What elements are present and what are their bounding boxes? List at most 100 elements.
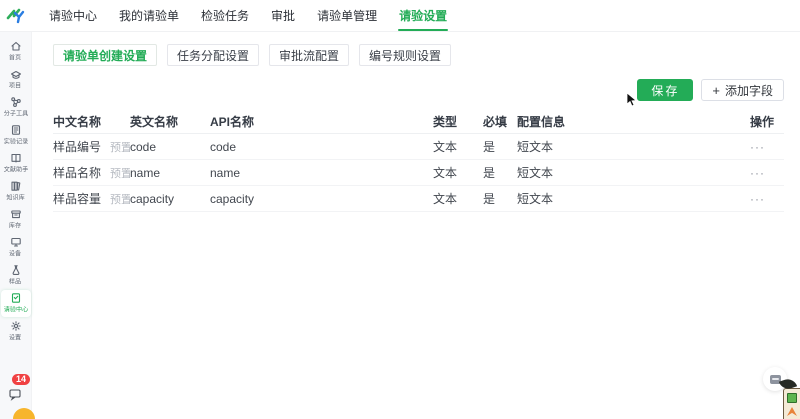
nav-item-request-center[interactable]: 请验中心 [38, 0, 108, 31]
column-header-config: 配置信息 [517, 115, 566, 129]
notification-button[interactable]: 14 [6, 374, 30, 403]
field-cn-name: 样品名称 [53, 166, 102, 180]
table-header-row: 中文名称 英文名称 API名称 类型 必填 配置信息 操作 [53, 110, 784, 134]
logo-icon [6, 8, 25, 23]
floating-avatar-dot[interactable] [13, 408, 35, 419]
field-type: 文本 [433, 140, 458, 154]
preset-tag: 预置 [110, 142, 130, 154]
sidebar-item-label: 实验记录 [3, 137, 28, 145]
add-field-button[interactable]: + 添加字段 [701, 79, 784, 101]
field-api-name: name [210, 165, 241, 180]
add-field-label: 添加字段 [724, 83, 773, 98]
sidebar-item-molecule-tools[interactable]: 分子工具 [1, 94, 31, 121]
mouse-cursor [626, 92, 638, 113]
sidebar-item-project[interactable]: 项目 [1, 66, 31, 93]
sidebar-item-label: 项目 [9, 81, 22, 89]
request-center-icon [10, 292, 22, 305]
field-en-name: code [130, 139, 157, 154]
field-required: 是 [483, 140, 496, 154]
equipment-icon [10, 236, 22, 249]
sidebar-item-label: 首页 [9, 53, 22, 61]
field-config: 短文本 [517, 166, 554, 180]
nav-items: 请验中心 我的请验单 检验任务 审批 请验单管理 请验设置 [38, 0, 458, 31]
settings-tabs: 请验单创建设置 任务分配设置 审批流配置 编号规则设置 [53, 44, 784, 66]
table-row: 样品编号 预置 code code 文本 是 短文本 ··· [53, 134, 784, 160]
nav-item-request-settings[interactable]: 请验设置 [388, 0, 458, 31]
nav-item-inspection-tasks[interactable]: 检验任务 [190, 0, 260, 31]
sidebar-item-settings[interactable]: 设置 [1, 318, 31, 345]
row-actions-menu[interactable]: ··· [750, 140, 765, 154]
field-api-name: capacity [210, 191, 255, 206]
sidebar-item-knowledge-base[interactable]: 知识库 [1, 178, 31, 205]
sidebar-item-label: 分子工具 [3, 109, 28, 117]
message-icon [9, 389, 21, 401]
fields-table: 中文名称 英文名称 API名称 类型 必填 配置信息 操作 样品编号 预置 cod… [53, 110, 784, 212]
column-header-en-name: 英文名称 [130, 115, 179, 129]
sidebar-item-samples[interactable]: 样品 [1, 262, 31, 289]
knowledge-base-icon [10, 180, 22, 193]
preset-tag: 预置 [110, 168, 130, 180]
field-type: 文本 [433, 192, 458, 206]
sidebar-item-label: 请验中心 [3, 305, 28, 313]
notification-badge: 14 [12, 374, 30, 385]
field-config: 短文本 [517, 192, 554, 206]
save-button[interactable]: 保存 [637, 79, 694, 101]
field-en-name: name [130, 165, 161, 180]
corner-sticker[interactable] [778, 376, 800, 419]
top-navigation: 请验中心 我的请验单 检验任务 审批 请验单管理 请验设置 [0, 0, 800, 32]
toolbar: 保存 + 添加字段 [53, 79, 784, 101]
row-actions-menu[interactable]: ··· [750, 192, 765, 206]
sidebar-item-label: 知识库 [6, 193, 25, 201]
field-cn-name: 样品编号 [53, 140, 102, 154]
nav-item-request-management[interactable]: 请验单管理 [306, 0, 388, 31]
sidebar-item-request-center[interactable]: 请验中心 [0, 290, 31, 317]
table-row: 样品名称 预置 name name 文本 是 短文本 ··· [53, 160, 784, 186]
sidebar-item-label: 文献助手 [3, 165, 28, 173]
chevron-up-icon [787, 407, 797, 416]
app-logo[interactable] [0, 0, 32, 32]
column-header-actions: 操作 [750, 115, 775, 129]
app-window: 请验中心 我的请验单 检验任务 审批 请验单管理 请验设置 首页 项目 分子工具 [0, 0, 800, 419]
tab-task-assignment-settings[interactable]: 任务分配设置 [167, 44, 260, 66]
field-required: 是 [483, 192, 496, 206]
project-icon [10, 68, 22, 81]
inventory-icon [10, 208, 22, 221]
sidebar-item-equipment[interactable]: 设备 [1, 234, 31, 261]
main-content: 请验单创建设置 任务分配设置 审批流配置 编号规则设置 保存 + 添加字段 中文… [32, 32, 800, 419]
settings-icon [10, 320, 22, 333]
sidebar-item-label: 样品 [9, 277, 22, 285]
column-header-cn-name: 中文名称 [53, 115, 102, 129]
literature-icon [10, 152, 22, 165]
sidebar-item-label: 设置 [9, 333, 22, 341]
sidebar-item-label: 设备 [9, 249, 22, 257]
column-header-required: 必填 [483, 115, 508, 129]
preset-tag: 预置 [110, 194, 130, 206]
tab-approval-flow-config[interactable]: 审批流配置 [269, 44, 350, 66]
table-row: 样品容量 预置 capacity capacity 文本 是 短文本 ··· [53, 186, 784, 212]
nav-item-my-requests[interactable]: 我的请验单 [108, 0, 190, 31]
sidebar: 首页 项目 分子工具 实验记录 文献助手 知识库 库存 设备 样品 请验中心 设… [0, 32, 35, 419]
qr-code-icon [787, 393, 797, 403]
field-type: 文本 [433, 166, 458, 180]
field-config: 短文本 [517, 140, 554, 154]
sidebar-item-home[interactable]: 首页 [1, 38, 31, 65]
sidebar-item-literature-assistant[interactable]: 文献助手 [1, 150, 31, 177]
molecule-tools-icon [10, 96, 22, 109]
plus-icon: + [712, 82, 720, 98]
field-en-name: capacity [130, 191, 175, 206]
column-header-type: 类型 [433, 115, 458, 129]
sidebar-item-inventory[interactable]: 库存 [1, 206, 31, 233]
experiment-record-icon [10, 124, 22, 137]
field-api-name: code [210, 139, 237, 154]
sidebar-item-label: 库存 [9, 221, 22, 229]
column-header-api-name: API名称 [210, 115, 255, 129]
sample-icon [10, 264, 22, 277]
sidebar-item-experiment-records[interactable]: 实验记录 [1, 122, 31, 149]
tab-numbering-rule-settings[interactable]: 编号规则设置 [359, 44, 452, 66]
row-actions-menu[interactable]: ··· [750, 166, 765, 180]
tab-request-form-creation-settings[interactable]: 请验单创建设置 [53, 44, 158, 66]
field-cn-name: 样品容量 [53, 192, 102, 206]
nav-item-approval[interactable]: 审批 [260, 0, 306, 31]
field-required: 是 [483, 166, 496, 180]
home-icon [10, 40, 22, 53]
